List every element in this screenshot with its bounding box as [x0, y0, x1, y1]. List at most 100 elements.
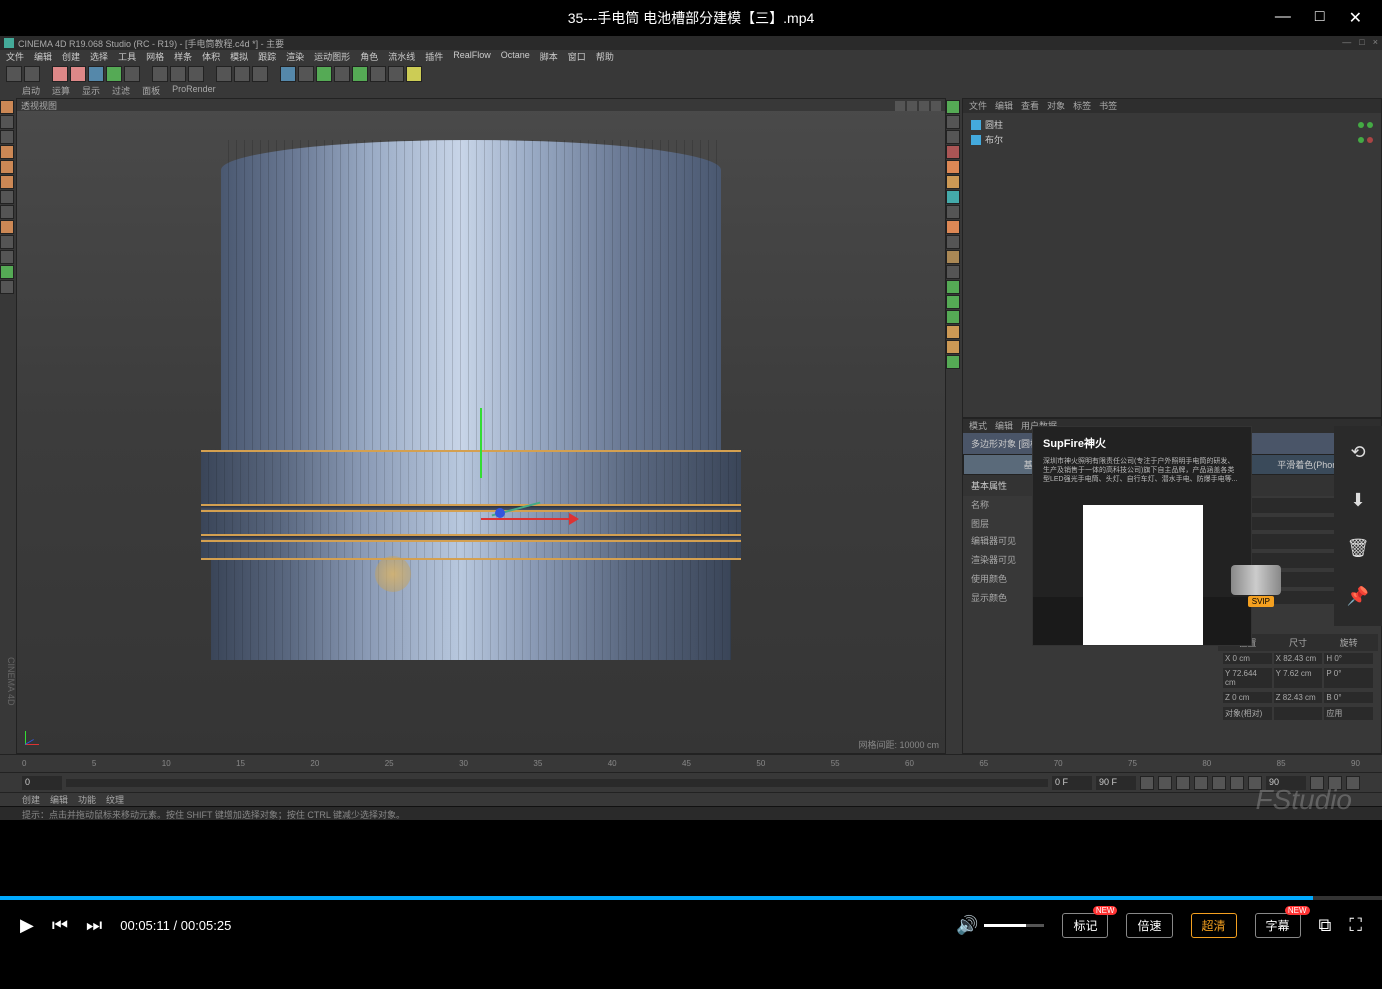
picture-viewer-icon[interactable] [252, 66, 268, 82]
attr-menu-item[interactable]: 编辑 [995, 419, 1013, 433]
scale-tool-icon[interactable] [88, 66, 104, 82]
delete-icon[interactable]: 🗑 [1346, 538, 1370, 562]
camera-icon[interactable] [388, 66, 404, 82]
undo-icon[interactable] [6, 66, 22, 82]
obj-menu-item[interactable]: 对象 [1047, 99, 1065, 113]
coord-val[interactable]: Z 0 cm [1223, 692, 1272, 703]
obj-menu-item[interactable]: 编辑 [995, 99, 1013, 113]
plugin-icon[interactable] [946, 220, 960, 234]
obj-menu-item[interactable]: 查看 [1021, 99, 1039, 113]
coord-mode[interactable]: 对象(相对) [1223, 707, 1272, 720]
model-mode-icon[interactable] [0, 100, 14, 114]
tool-icon[interactable] [0, 235, 14, 249]
c4d-close-icon[interactable]: × [1373, 37, 1378, 47]
next-frame-icon[interactable] [1212, 776, 1226, 790]
prev-key-icon[interactable] [1158, 776, 1172, 790]
nurbs-icon[interactable] [316, 66, 332, 82]
menu-item[interactable]: 运动图形 [314, 50, 350, 64]
coord-val[interactable]: P 0° [1324, 668, 1373, 688]
obj-menu-item[interactable]: 文件 [969, 99, 987, 113]
volume-slider[interactable] [984, 924, 1044, 927]
object-row[interactable]: 圆柱 [971, 117, 1373, 132]
menu-item[interactable]: 工具 [118, 50, 136, 64]
vp-tab[interactable]: 过滤 [112, 84, 130, 98]
polygon-mode-icon[interactable] [0, 175, 14, 189]
coord-val[interactable]: B 0° [1324, 692, 1373, 703]
download-icon[interactable]: ⬇ [1346, 490, 1370, 514]
axis-y-icon[interactable] [170, 66, 186, 82]
plugin-icon[interactable] [946, 280, 960, 294]
plugin-icon[interactable] [946, 340, 960, 354]
vp-rotate-icon[interactable] [919, 101, 929, 111]
start-frame[interactable]: 0 [22, 776, 62, 790]
pin-icon[interactable]: 📌 [1346, 586, 1370, 610]
spline-icon[interactable] [298, 66, 314, 82]
array-icon[interactable] [334, 66, 350, 82]
vp-tab[interactable]: 运算 [52, 84, 70, 98]
rotate-tool-icon[interactable] [106, 66, 122, 82]
object-row[interactable]: 布尔 [971, 132, 1373, 147]
plugin-icon[interactable] [946, 175, 960, 189]
coord-val[interactable]: Y 7.62 cm [1274, 668, 1323, 688]
visibility-dot[interactable] [1358, 137, 1364, 143]
play-icon[interactable] [1194, 776, 1208, 790]
axis-x-icon[interactable] [152, 66, 168, 82]
close-button[interactable]: ✕ [1349, 8, 1362, 28]
mat-menu-item[interactable]: 纹理 [106, 793, 124, 806]
menu-item[interactable]: 编辑 [34, 50, 52, 64]
tool-icon[interactable] [0, 220, 14, 234]
obj-menu-item[interactable]: 书签 [1099, 99, 1117, 113]
plugin-icon[interactable] [946, 130, 960, 144]
coord-val[interactable]: H 0° [1324, 653, 1373, 664]
prev-button[interactable]: ⏮ [52, 915, 68, 936]
environment-icon[interactable] [370, 66, 386, 82]
menu-item[interactable]: RealFlow [453, 50, 491, 64]
plugin-icon[interactable] [946, 190, 960, 204]
plugin-icon[interactable] [946, 310, 960, 324]
edge-mode-icon[interactable] [0, 160, 14, 174]
next-key-icon[interactable] [1230, 776, 1244, 790]
speed-button[interactable]: 倍速 [1126, 913, 1172, 938]
next-button[interactable]: ⏭ [86, 915, 102, 936]
workplane-icon[interactable] [0, 130, 14, 144]
plugin-icon[interactable] [946, 145, 960, 159]
plugin-icon[interactable] [946, 295, 960, 309]
plugin-icon[interactable] [946, 235, 960, 249]
menu-item[interactable]: 渲染 [286, 50, 304, 64]
x-axis[interactable] [481, 518, 571, 520]
cube-icon[interactable] [280, 66, 296, 82]
c4d-max-icon[interactable]: □ [1359, 37, 1364, 47]
plugin-icon[interactable] [946, 325, 960, 339]
visibility-dot[interactable] [1367, 137, 1373, 143]
plugin-icon[interactable] [946, 355, 960, 369]
select-tool-icon[interactable] [52, 66, 68, 82]
apply-button[interactable]: 应用 [1324, 707, 1373, 720]
to-start-icon[interactable] [1140, 776, 1154, 790]
menu-item[interactable]: 选择 [90, 50, 108, 64]
menu-item[interactable]: 窗口 [568, 50, 586, 64]
minimize-button[interactable]: — [1275, 8, 1291, 28]
tool-icon[interactable] [124, 66, 140, 82]
mark-button[interactable]: 标记 NEW [1062, 913, 1108, 938]
move-tool-icon[interactable] [70, 66, 86, 82]
plugin-icon[interactable] [946, 265, 960, 279]
menu-item[interactable]: 跟踪 [258, 50, 276, 64]
attr-menu-item[interactable]: 模式 [969, 419, 987, 433]
volume-icon[interactable]: 🔊 [956, 915, 978, 936]
vp-zoom-icon[interactable] [907, 101, 917, 111]
plugin-icon[interactable] [946, 115, 960, 129]
obj-menu-item[interactable]: 标签 [1073, 99, 1091, 113]
menu-item[interactable]: 体积 [202, 50, 220, 64]
deformer-icon[interactable] [352, 66, 368, 82]
light-icon[interactable] [406, 66, 422, 82]
plugin-icon[interactable] [946, 250, 960, 264]
menu-item[interactable]: 帮助 [596, 50, 614, 64]
menu-item[interactable]: 网格 [146, 50, 164, 64]
end-frame[interactable]: 90 F [1096, 776, 1136, 790]
x-axis-arrow[interactable] [569, 513, 579, 525]
current-frame[interactable]: 0 F [1052, 776, 1092, 790]
menu-item[interactable]: 角色 [360, 50, 378, 64]
coord-val[interactable]: X 82.43 cm [1274, 653, 1323, 664]
play-button[interactable]: ▶ [20, 915, 34, 936]
redo-icon[interactable] [24, 66, 40, 82]
